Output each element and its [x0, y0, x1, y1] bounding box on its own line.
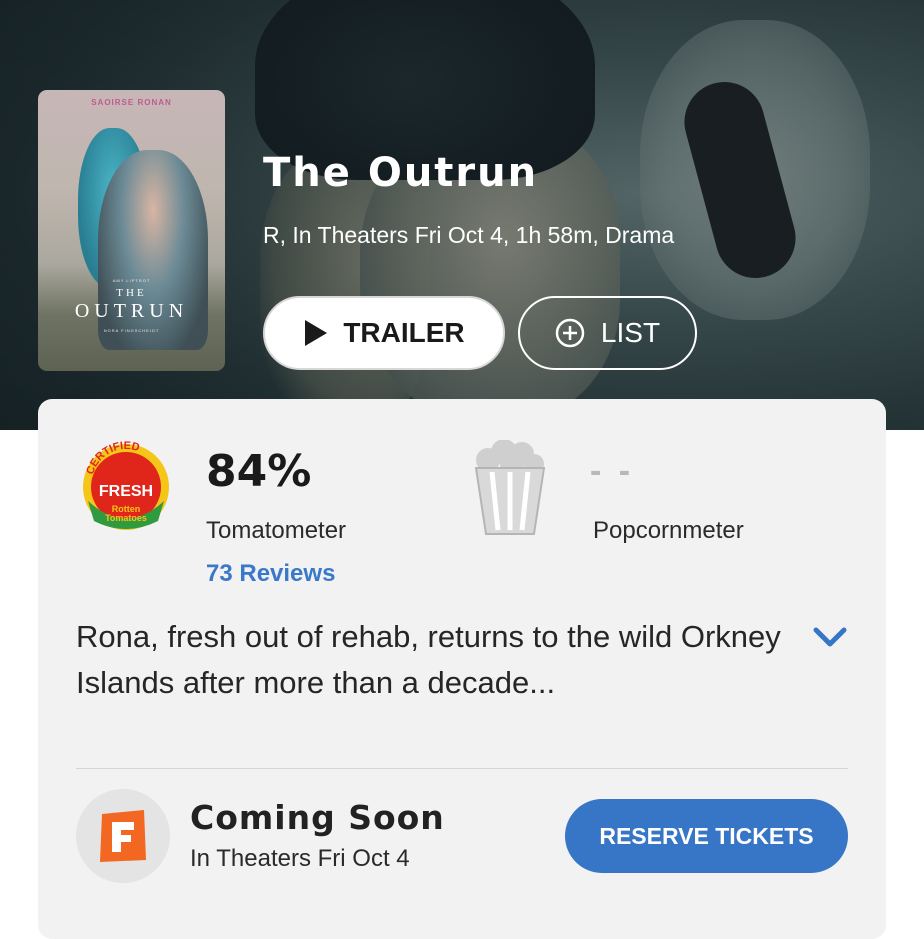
movie-poster[interactable]: SAOIRSE RONAN AMY LIPTROT THE OUTRUN NOR…	[38, 90, 225, 371]
divider	[76, 768, 848, 769]
poster-author: AMY LIPTROT	[112, 278, 151, 283]
chevron-down-icon[interactable]	[810, 622, 850, 652]
fandango-icon	[100, 810, 146, 862]
trailer-button-label: TRAILER	[343, 317, 465, 348]
list-button-label: LIST	[600, 317, 661, 348]
poster-title-the: THE	[116, 287, 147, 299]
popcornmeter-label: Popcornmeter	[593, 517, 744, 544]
certified-fresh-icon: CERTIFIED FRESH Rotten Tomatoes	[83, 441, 169, 530]
tomatometer-label: Tomatometer	[206, 517, 347, 544]
poster-title: OUTRUN	[74, 300, 189, 322]
popcorn-bucket-icon	[474, 440, 546, 535]
synopsis-text: Rona, fresh out of rehab, returns to the…	[76, 619, 781, 700]
badge-fresh-text: FRESH	[99, 483, 153, 500]
badge-tomatoes-text: Tomatoes	[105, 513, 147, 523]
fandango-logo	[76, 789, 170, 883]
reviews-link[interactable]: 73 Reviews	[206, 560, 335, 588]
play-icon	[305, 320, 328, 346]
add-to-list-button[interactable]: LIST	[518, 296, 697, 370]
poster-director: NORA FINGSCHEIDT	[103, 328, 160, 333]
movie-title: The Outrun	[263, 150, 539, 196]
tomatometer-score: 84%	[206, 446, 312, 497]
movie-meta: R, In Theaters Fri Oct 4, 1h 58m, Drama	[263, 222, 675, 248]
poster-actor: SAOIRSE RONAN	[91, 98, 172, 107]
reserve-tickets-button[interactable]: RESERVE TICKETS	[565, 799, 848, 873]
ticket-status: Coming Soon	[190, 798, 445, 837]
ticket-date: In Theaters Fri Oct 4	[190, 845, 410, 872]
popcornmeter-score: - -	[590, 452, 635, 490]
trailer-button[interactable]: TRAILER	[263, 296, 505, 370]
plus-circle-icon	[555, 318, 585, 348]
